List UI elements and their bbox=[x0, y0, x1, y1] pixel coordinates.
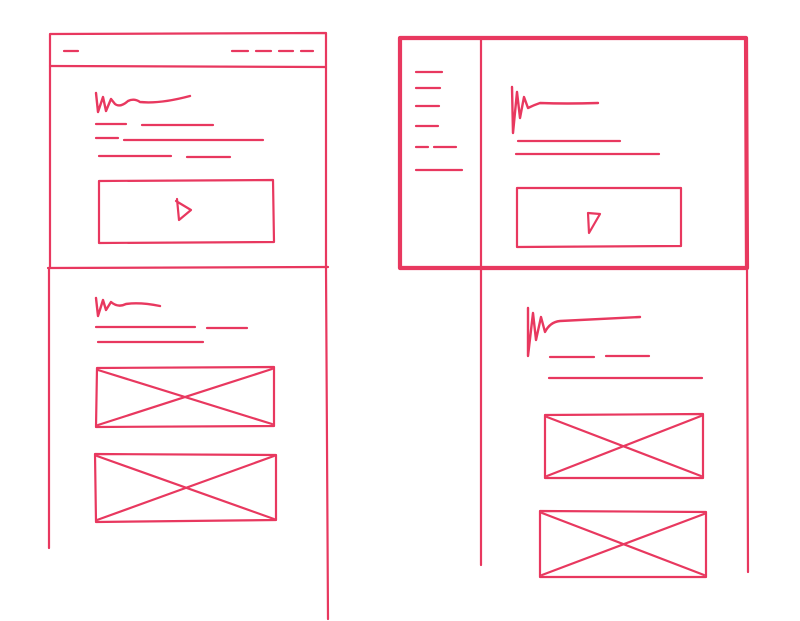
scribble-heading bbox=[94, 296, 162, 318]
video-play-button[interactable] bbox=[515, 186, 683, 249]
nav-bar-divider bbox=[48, 64, 328, 69]
video-play-button[interactable] bbox=[97, 178, 276, 245]
image-placeholder-icon bbox=[545, 414, 703, 478]
image-placeholder-icon bbox=[540, 511, 706, 577]
text-lines bbox=[514, 139, 661, 156]
top-nav-bar bbox=[48, 49, 328, 69]
image-placeholder bbox=[543, 412, 705, 480]
left-content-screen bbox=[47, 266, 330, 621]
left-content-frame-right bbox=[324, 266, 330, 621]
image-placeholder-icon bbox=[95, 454, 276, 522]
left-layout bbox=[46, 31, 330, 621]
left-landing-screen bbox=[46, 31, 330, 270]
scribble-heading bbox=[526, 306, 642, 358]
play-icon bbox=[586, 211, 602, 235]
right-layout bbox=[397, 35, 750, 579]
image-placeholder bbox=[94, 365, 276, 429]
text-lines bbox=[547, 354, 704, 380]
right-content-screen bbox=[479, 266, 750, 579]
image-placeholder-icon bbox=[96, 367, 274, 427]
scribble-heading bbox=[94, 91, 192, 114]
right-dashboard-screen bbox=[397, 35, 750, 271]
video-box bbox=[97, 178, 276, 245]
image-placeholder bbox=[93, 452, 278, 524]
sidebar-menu bbox=[414, 70, 464, 172]
scribble-heading bbox=[510, 85, 600, 135]
text-lines bbox=[94, 325, 249, 344]
left-landing-frame bbox=[46, 31, 330, 270]
wireframe-sketch bbox=[46, 31, 750, 621]
play-icon bbox=[174, 197, 193, 222]
right-content-frame-right bbox=[745, 266, 750, 574]
image-placeholder bbox=[538, 509, 708, 579]
text-lines bbox=[94, 122, 265, 159]
